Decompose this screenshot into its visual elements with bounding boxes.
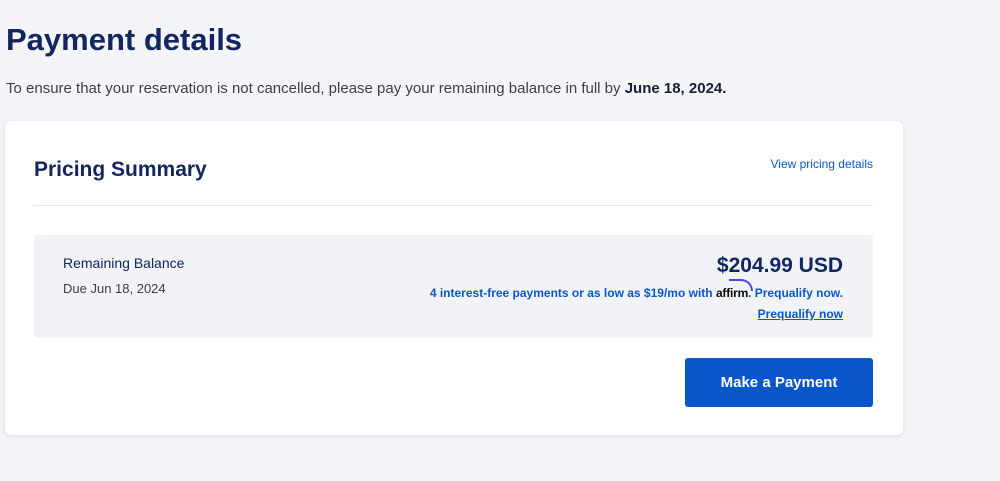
affirm-arc-icon (728, 279, 753, 291)
affirm-promo[interactable]: 4 interest-free payments or as low as $1… (429, 279, 843, 301)
view-pricing-details-link[interactable]: View pricing details (771, 156, 874, 172)
pricing-summary-title: Pricing Summary (34, 158, 207, 181)
notice-due-date: June 18, 2024. (624, 80, 727, 97)
payment-page: Payment details To ensure that your rese… (0, 0, 1000, 481)
notice-text: To ensure that your reservation is not c… (6, 80, 625, 97)
page-title: Payment details (6, 22, 243, 57)
make-payment-button[interactable]: Make a Payment (685, 358, 873, 407)
prequalify-link[interactable]: Prequalify now (758, 306, 843, 322)
affirm-promo-suffix: . Prequalify now. (748, 286, 843, 300)
balance-amount: $204.99 USD (716, 254, 843, 277)
remaining-balance-label: Remaining Balance (63, 255, 185, 271)
pricing-summary-card: Pricing Summary View pricing details Rem… (5, 121, 903, 435)
affirm-logo: affirm (716, 279, 753, 301)
divider (34, 205, 873, 206)
payment-notice: To ensure that your reservation is not c… (6, 79, 726, 99)
due-date-text: Due Jun 18, 2024 (63, 281, 166, 296)
affirm-promo-text: 4 interest-free payments or as low as $1… (429, 286, 716, 300)
remaining-balance-panel: Remaining Balance Due Jun 18, 2024 $204.… (34, 235, 873, 338)
